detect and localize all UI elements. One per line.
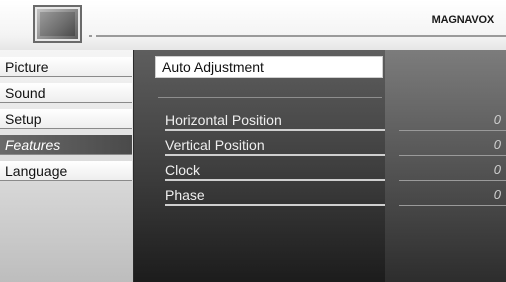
submenu-spacer-row [158,79,382,98]
phase-value: 0 [399,186,506,206]
menu-item-picture[interactable]: Picture [0,57,132,77]
menu-item-sound[interactable]: Sound [0,83,132,103]
header-bar: MAGNAVOX [0,0,506,50]
tv-screen [40,12,75,36]
main-menu: Picture Sound Setup Features Language [0,50,134,282]
features-submenu: Auto Adjustment Horizontal Position Vert… [133,50,386,282]
phase-item[interactable]: Phase [165,186,385,206]
menu-item-features[interactable]: Features [0,135,132,155]
tv-icon [33,5,82,43]
header-divider [96,35,506,37]
vertical-position-value: 0 [399,136,506,156]
brand-logo: MAGNAVOX [431,14,495,26]
vertical-position-item[interactable]: Vertical Position [165,136,385,156]
menu-item-setup[interactable]: Setup [0,109,132,129]
clock-item[interactable]: Clock [165,161,385,181]
horizontal-position-item[interactable]: Horizontal Position [165,111,385,131]
values-panel: 0 0 0 0 [385,50,506,282]
header-divider-dot [89,35,92,37]
auto-adjustment-item[interactable]: Auto Adjustment [155,56,383,78]
clock-value: 0 [399,161,506,181]
menu-item-language[interactable]: Language [0,161,132,181]
horizontal-position-value: 0 [399,111,506,131]
